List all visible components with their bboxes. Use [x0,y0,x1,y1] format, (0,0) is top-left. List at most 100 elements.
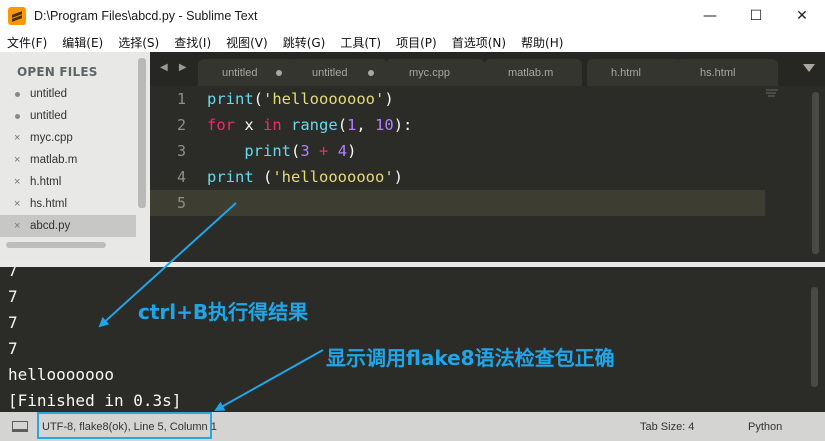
menu-selection[interactable]: 选择(S) [115,34,159,51]
tab-myc-cpp[interactable]: myc.cpp [385,59,485,86]
output-line: 7 [8,339,18,358]
build-output-panel: 7 7 7 7 hellooooooo [Finished in 0.3s] [0,267,825,412]
status-syntax[interactable]: Python [748,421,782,433]
code-line-4: print ('hellooooooo') [207,168,403,186]
close-file-icon[interactable]: × [14,132,30,144]
file-label: untitled [30,110,68,122]
unsaved-dot-icon[interactable] [368,70,374,76]
close-file-icon[interactable]: × [14,198,30,210]
menu-view[interactable]: 视图(V) [223,34,268,51]
tab-label: untitled [222,66,258,79]
menu-edit[interactable]: 编辑(E) [59,34,103,51]
code-token: 1 [347,116,357,134]
tab-untitled-2[interactable]: untitled [288,59,388,86]
menu-preferences[interactable]: 首选项(N) [449,34,506,51]
sidebar-file-abcd-py[interactable]: × abcd.py [0,215,136,237]
code-token: ) [347,142,357,160]
code-token: ( [337,116,348,134]
minimap-lines-icon [766,89,778,97]
code-token: 'hellooooooo' [263,90,385,108]
sublime-text-icon [8,7,26,25]
code-token: ): [393,116,413,134]
maximize-button[interactable]: ☐ [733,0,779,32]
tab-h-html[interactable]: h.html [587,59,683,86]
code-editor[interactable]: 1 2 3 4 5 print('hellooooooo') for x in … [150,86,825,262]
current-line-highlight [150,190,765,216]
code-token: ( [253,168,273,186]
code-token: ) [384,90,394,108]
tab-overflow-chevron-down-icon[interactable] [803,64,815,72]
close-file-icon[interactable]: × [14,220,30,232]
code-token: ( [253,90,264,108]
unsaved-dot-icon [14,110,30,122]
tab-untitled-1[interactable]: untitled [198,59,296,86]
menu-file[interactable]: 文件(F) [4,34,47,51]
sidebar-file-untitled-2[interactable]: untitled [0,105,136,127]
unsaved-dot-icon [14,88,30,100]
file-label: untitled [30,88,68,100]
code-token: in [263,116,282,134]
minimize-button[interactable]: — [687,0,733,32]
file-label: myc.cpp [30,132,73,144]
close-button[interactable]: ✕ [779,0,825,32]
output-line: [Finished in 0.3s] [8,391,182,410]
sidebar-file-hs-html[interactable]: × hs.html [0,193,136,215]
menu-help[interactable]: 帮助(H) [518,34,563,51]
main-window: OPEN FILES untitled untitled × myc.cpp ×… [0,52,825,441]
code-line-1: print('hellooooooo') [207,90,394,108]
line-number: 1 [176,90,186,108]
menu-project[interactable]: 项目(P) [393,34,437,51]
code-token: print [207,168,254,186]
code-token: , [356,116,376,134]
menu-tools[interactable]: 工具(T) [337,34,381,51]
output-line: 7 [8,287,18,306]
sidebar-horizontal-scrollbar[interactable] [6,242,106,248]
code-token: range [291,116,338,134]
code-token: ) [393,168,404,186]
sidebar-file-myc-cpp[interactable]: × myc.cpp [0,127,136,149]
annotation-build-result: ctrl+B执行得结果 [138,300,309,324]
window-title: D:\Program Files\abcd.py - Sublime Text [34,9,258,23]
output-scrollbar[interactable] [811,287,818,387]
sidebar: OPEN FILES untitled untitled × myc.cpp ×… [0,52,150,262]
output-line: hellooooooo [8,365,114,384]
tab-nav-arrows-icon[interactable]: ◀ ▶ [160,62,191,73]
tab-label: h.html [611,66,641,79]
output-line: 7 [8,313,18,332]
close-file-icon[interactable]: × [14,154,30,166]
tab-label: myc.cpp [409,66,450,79]
close-file-icon[interactable]: × [14,176,30,188]
menu-find[interactable]: 查找(I) [171,34,211,51]
sidebar-file-matlab-m[interactable]: × matlab.m [0,149,136,171]
menu-goto[interactable]: 跳转(G) [280,34,326,51]
sidebar-file-h-html[interactable]: × h.html [0,171,136,193]
code-token: 10 [375,116,394,134]
line-number: 2 [176,116,186,134]
code-line-2: for x in range(1, 10): [207,116,412,134]
tab-matlab-m[interactable]: matlab.m [484,59,582,86]
file-label: hs.html [30,198,68,210]
sidebar-file-untitled-1[interactable]: untitled [0,83,136,105]
tab-hs-html[interactable]: hs.html [676,59,778,86]
title-bar: D:\Program Files\abcd.py - Sublime Text … [0,0,825,32]
output-line: 7 [8,267,18,280]
open-files-heading: OPEN FILES [17,65,98,79]
tab-label: untitled [312,66,348,79]
show-panel-icon[interactable] [12,421,28,432]
editor-scrollbar[interactable] [812,92,819,254]
code-token: 4 [337,142,348,160]
tab-bar: ◀ ▶ untitled untitled myc.cpp matlab.m h… [150,52,825,86]
sidebar-scrollbar[interactable] [138,58,146,208]
unsaved-dot-icon[interactable] [276,70,282,76]
annotation-flake8-note: 显示调用flake8语法检查包正确 [326,346,615,370]
code-token: 3 [300,142,310,160]
status-tab-size[interactable]: Tab Size: 4 [640,421,694,433]
code-token: print [244,142,291,160]
status-bar: UTF-8, flake8(ok), Line 5, Column 1 Tab … [0,412,825,441]
file-label: abcd.py [30,220,71,232]
menu-bar: 文件(F) 编辑(E) 选择(S) 查找(I) 视图(V) 跳转(G) 工具(T… [0,32,825,52]
